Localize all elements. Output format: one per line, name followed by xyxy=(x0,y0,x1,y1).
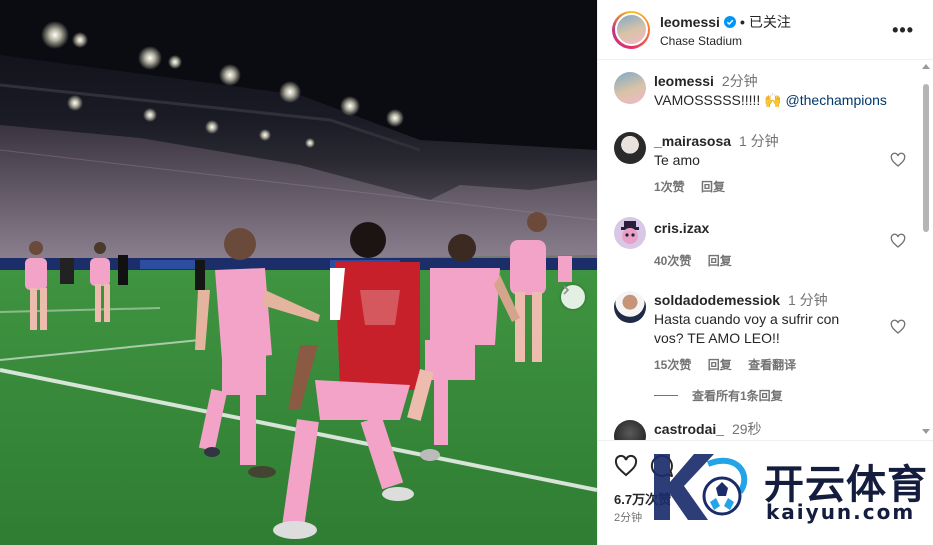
avatar-cartoon-icon xyxy=(621,221,639,244)
comment-time: 29秒 xyxy=(731,421,762,437)
comment-username[interactable]: cris.izax xyxy=(654,220,709,236)
heart-icon[interactable] xyxy=(890,233,906,249)
likes-count[interactable]: 6.7万次赞 xyxy=(614,489,671,508)
comment-likes[interactable]: 1次赞 xyxy=(654,180,685,194)
heart-icon[interactable] xyxy=(890,319,906,335)
avatar[interactable] xyxy=(614,420,646,440)
verified-badge-icon xyxy=(723,15,736,28)
avatar[interactable] xyxy=(614,132,646,164)
reply-button[interactable]: 回复 xyxy=(708,254,732,268)
comment-username[interactable]: leomessi xyxy=(654,73,714,89)
comments-list: leomessi 2分钟 VAMOSSSSS!!!!! 🙌 @thechampi… xyxy=(598,60,933,440)
post-photo[interactable] xyxy=(0,0,597,545)
post-actions-bar: 6.7万次赞 2分钟 xyxy=(598,440,933,545)
comment-text: Te amo xyxy=(654,152,700,168)
comment-time: 2分钟 xyxy=(721,73,758,89)
separator-dot: • xyxy=(739,13,745,30)
view-replies-button[interactable]: 查看所有1条回复 xyxy=(654,387,783,404)
stadium-scene xyxy=(0,0,597,545)
post-header: leomessi • 已关注 Chase Stadium ••• xyxy=(598,0,933,60)
follow-status-button[interactable]: 已关注 xyxy=(749,12,791,32)
post-username[interactable]: leomessi xyxy=(660,14,720,30)
avatar[interactable] xyxy=(614,72,646,104)
more-options-icon[interactable]: ••• xyxy=(892,20,914,41)
post-side-panel: leomessi • 已关注 Chase Stadium ••• leomess… xyxy=(597,0,933,545)
avatar[interactable] xyxy=(614,217,646,249)
post-timestamp: 2分钟 xyxy=(614,512,643,524)
chevron-right-icon xyxy=(563,285,570,295)
reply-button[interactable]: 回复 xyxy=(701,180,725,194)
carousel-next-button[interactable] xyxy=(561,285,585,309)
scroll-up-arrow[interactable] xyxy=(922,64,930,69)
comment-likes[interactable]: 15次赞 xyxy=(654,358,691,372)
avatar[interactable] xyxy=(612,10,650,49)
reply-button[interactable]: 回复 xyxy=(708,358,732,372)
scroll-thumb[interactable] xyxy=(923,84,929,232)
comment-likes[interactable]: 40次赞 xyxy=(654,254,691,268)
comment-time: 1 分钟 xyxy=(787,292,828,308)
divider xyxy=(654,395,678,396)
comment-username[interactable]: castrodai_ xyxy=(654,421,724,437)
comment-text: VAMOSSSSS!!!!! 🙌 xyxy=(654,92,782,108)
comment-username[interactable]: soldadodemessiok xyxy=(654,292,780,308)
mention-link[interactable]: @thechampions xyxy=(786,92,887,108)
post-location[interactable]: Chase Stadium xyxy=(660,34,791,48)
heart-icon[interactable] xyxy=(614,454,638,478)
comment-username[interactable]: _mairasosa xyxy=(654,133,731,149)
comments-scrollbar[interactable] xyxy=(921,62,931,436)
view-replies-label: 查看所有1条回复 xyxy=(692,389,783,403)
scroll-down-arrow[interactable] xyxy=(922,429,930,434)
see-translation-button[interactable]: 查看翻译 xyxy=(748,358,796,372)
comment-text: Hasta cuando voy a sufrir con vos? TE AM… xyxy=(654,311,840,346)
comment-time: 1 分钟 xyxy=(738,133,779,149)
comment-icon[interactable] xyxy=(650,454,674,478)
avatar[interactable] xyxy=(614,291,646,323)
heart-icon[interactable] xyxy=(890,152,906,168)
